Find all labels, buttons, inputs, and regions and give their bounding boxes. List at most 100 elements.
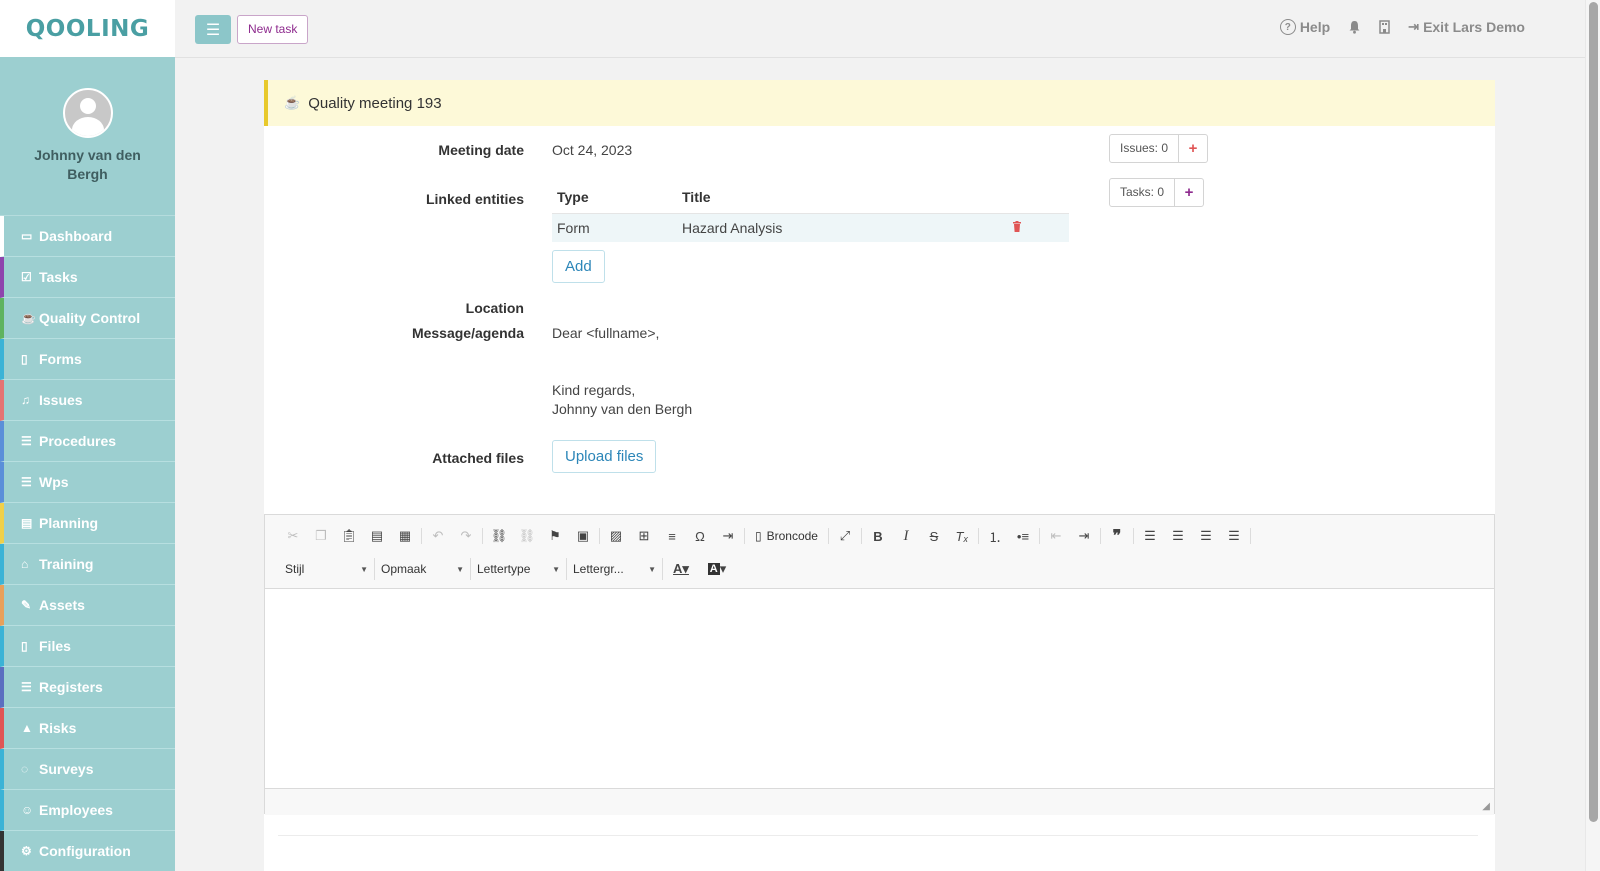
- horizontal-line-icon[interactable]: ≡: [658, 525, 686, 547]
- paste-icon[interactable]: 📋︎: [335, 525, 363, 547]
- font-size-select[interactable]: Lettergr... ▼: [567, 558, 663, 580]
- exit-link[interactable]: ⇥ Exit Lars Demo: [1408, 19, 1525, 35]
- font-select[interactable]: Lettertype ▼: [471, 558, 567, 580]
- sidebar-item-assets[interactable]: ✎ Assets: [0, 585, 175, 626]
- align-right-icon[interactable]: ☰: [1192, 525, 1220, 547]
- style-select[interactable]: Stijl ▼: [279, 558, 375, 580]
- sidebar-item-risks[interactable]: ▲ Risks: [0, 708, 175, 749]
- sign-out-icon: ⇥: [1408, 19, 1420, 34]
- sidebar-item-label: Forms: [39, 351, 82, 367]
- issues-count[interactable]: Issues: 0: [1110, 135, 1180, 162]
- sidebar-item-quality-control[interactable]: ☕ Quality Control: [0, 298, 175, 339]
- italic-icon[interactable]: I: [892, 525, 920, 547]
- user-profile: Johnny van den Bergh: [0, 57, 175, 216]
- calendar-icon: ▤: [21, 516, 33, 530]
- editor-content-area[interactable]: [265, 589, 1494, 788]
- indent-icon[interactable]: ⇥: [1070, 525, 1098, 547]
- redo-icon[interactable]: ↷: [452, 525, 480, 547]
- message-signature: Johnny van den Bergh: [552, 401, 693, 417]
- unlink-icon[interactable]: ⛓: [513, 525, 541, 547]
- background-color-icon[interactable]: A ▾: [699, 558, 735, 580]
- panel-header: ☕ Quality meeting 193: [264, 80, 1495, 126]
- location-label: Location: [465, 300, 524, 316]
- page-break-icon[interactable]: ⇥: [714, 525, 742, 547]
- paste-word-icon[interactable]: ▦: [391, 525, 419, 547]
- sidebar-item-configuration[interactable]: ⚙ Configuration: [0, 831, 175, 871]
- source-button[interactable]: ▯ Broncode: [747, 525, 826, 547]
- entity-title[interactable]: Hazard Analysis: [682, 220, 1012, 236]
- sidebar-item-registers[interactable]: ☰ Registers: [0, 667, 175, 708]
- sidebar-item-tasks[interactable]: ☑ Tasks: [0, 257, 175, 298]
- logo-area[interactable]: QOOLING: [0, 0, 175, 57]
- list-icon: ☰: [21, 475, 32, 489]
- dropdown-arrow-icon: ▼: [648, 564, 656, 574]
- table-icon[interactable]: ⊞: [630, 525, 658, 547]
- sidebar-item-procedures[interactable]: ☰ Procedures: [0, 421, 175, 462]
- trash-icon[interactable]: [1012, 221, 1022, 235]
- sidebar-item-dashboard[interactable]: ▭ Dashboard: [0, 216, 175, 257]
- avatar[interactable]: [62, 88, 113, 138]
- toolbar-row-1: ✂ ❐ 📋︎ ▤ ▦ ↶ ↷ ⛓ ⛓ ⚑ ▣ ▨ ⊞ ≡ Ω ⇥ ▯ Bronc…: [279, 525, 1253, 547]
- bell-icon[interactable]: [1348, 20, 1361, 34]
- align-center-icon[interactable]: ☰: [1164, 525, 1192, 547]
- justify-icon[interactable]: ☰: [1220, 525, 1248, 547]
- sidebar-nav: ▭ Dashboard ☑ Tasks ☕ Quality Control ▯ Forms ♫ I…: [0, 216, 175, 871]
- paste-text-icon[interactable]: ▤: [363, 525, 391, 547]
- sidebar-item-files[interactable]: ▯ Files: [0, 626, 175, 667]
- bulleted-list-icon[interactable]: •≡: [1009, 525, 1037, 547]
- upload-files-button[interactable]: Upload files: [552, 440, 657, 473]
- text-color-icon[interactable]: A▾: [663, 558, 699, 580]
- toolbar-separator: [1099, 528, 1101, 544]
- style-label: Stijl: [285, 562, 305, 576]
- menu-toggle-button[interactable]: ☰: [195, 15, 231, 44]
- new-task-button[interactable]: New task: [237, 15, 309, 44]
- cut-icon[interactable]: ✂: [279, 525, 307, 547]
- dropdown-arrow-icon: ▼: [552, 564, 560, 574]
- add-issue-icon[interactable]: +: [1179, 135, 1207, 162]
- remove-format-icon[interactable]: Tₓ: [948, 525, 976, 547]
- format-select[interactable]: Opmaak ▼: [375, 558, 471, 580]
- sidebar-item-label: Surveys: [39, 761, 94, 777]
- building-icon[interactable]: [1379, 20, 1390, 34]
- resize-handle-icon[interactable]: ◢: [1482, 801, 1490, 812]
- add-task-icon[interactable]: +: [1175, 179, 1203, 206]
- sidebar-item-training[interactable]: ⌂ Training: [0, 544, 175, 585]
- table-row[interactable]: Form Hazard Analysis: [552, 214, 1069, 242]
- image-icon[interactable]: ▨: [602, 525, 630, 547]
- align-left-icon[interactable]: ☰: [1136, 525, 1164, 547]
- toolbar-separator: [599, 528, 600, 544]
- add-entity-button[interactable]: Add: [552, 250, 605, 283]
- undo-icon[interactable]: ↶: [424, 525, 452, 547]
- attached-files-label: Attached files: [432, 450, 524, 466]
- toolbar-separator: [827, 528, 829, 544]
- strikethrough-icon[interactable]: S: [920, 525, 948, 547]
- file-icon: ▯: [21, 352, 28, 366]
- sidebar-item-label: Files: [39, 638, 71, 654]
- outdent-icon[interactable]: ⇤: [1042, 525, 1070, 547]
- sidebar-item-label: Training: [39, 556, 94, 572]
- sidebar-item-issues[interactable]: ♫ Issues: [0, 380, 175, 421]
- sidebar-item-forms[interactable]: ▯ Forms: [0, 339, 175, 380]
- link-icon[interactable]: ⛓: [485, 525, 513, 547]
- sidebar-item-label: Dashboard: [39, 228, 113, 244]
- maximize-icon[interactable]: ⤢: [831, 525, 859, 547]
- bold-icon[interactable]: B: [864, 525, 892, 547]
- sidebar-item-label: Registers: [39, 679, 103, 695]
- numbered-list-icon[interactable]: ⒈: [981, 525, 1009, 547]
- special-char-icon[interactable]: Ω: [686, 525, 714, 547]
- page-scrollbar[interactable]: [1585, 0, 1600, 871]
- sidebar-item-surveys[interactable]: ◌ Surveys: [0, 749, 175, 790]
- copy-icon[interactable]: ❐: [307, 525, 335, 547]
- hamburger-icon: ☰: [205, 21, 221, 39]
- page-icon[interactable]: ▣: [569, 525, 597, 547]
- blockquote-icon[interactable]: ❞: [1103, 525, 1131, 547]
- qooling-logo[interactable]: QOOLING: [26, 16, 150, 42]
- sidebar-item-planning[interactable]: ▤ Planning: [0, 503, 175, 544]
- sidebar-item-employees[interactable]: ☺ Employees: [0, 790, 175, 831]
- source-label: Broncode: [766, 529, 818, 543]
- anchor-flag-icon[interactable]: ⚑: [541, 525, 569, 547]
- help-link[interactable]: ? Help: [1279, 19, 1330, 35]
- tasks-count[interactable]: Tasks: 0: [1110, 179, 1176, 206]
- sidebar-item-wps[interactable]: ☰ Wps: [0, 462, 175, 503]
- scroll-thumb[interactable]: [1589, 2, 1598, 822]
